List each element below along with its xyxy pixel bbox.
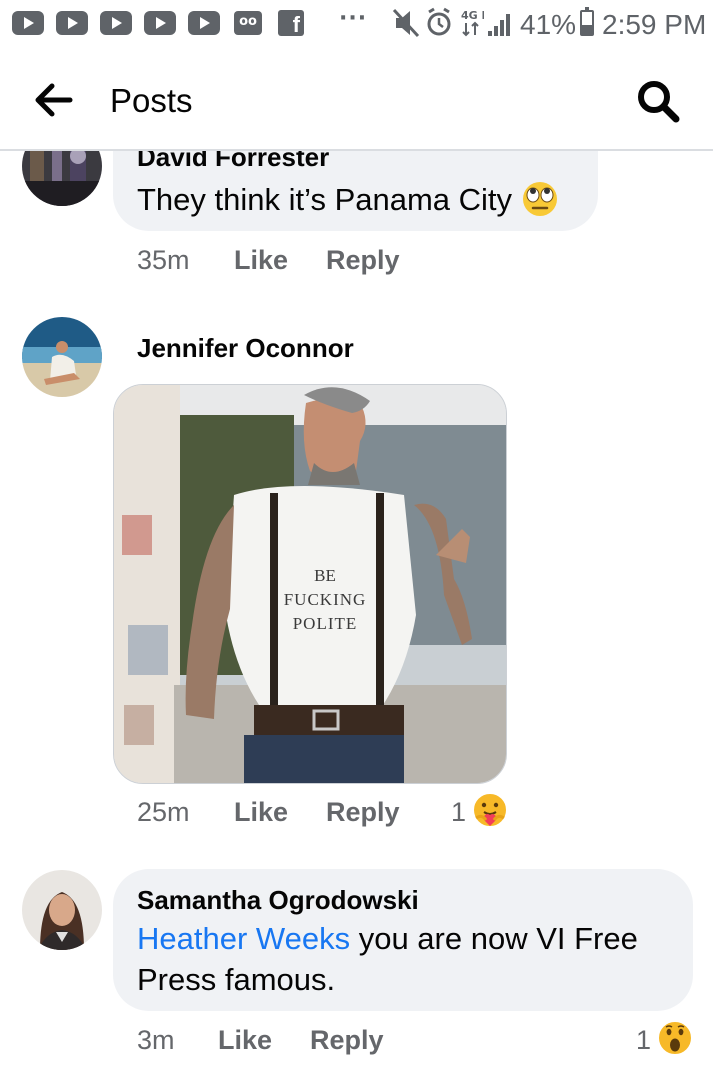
youtube-icon [144,11,176,35]
page-title: Posts [110,82,193,119]
comment-time: 25m [137,797,190,827]
svg-text:4G LTE: 4G LTE [461,9,484,22]
comment-time: 35m [137,245,190,275]
data-icon: 4G LTE [461,9,484,37]
comment-text: Heather Weeks you are now VI Free Press … [137,921,638,997]
comment-time: 3m [137,1025,175,1055]
battery-percentage: 41% [520,9,577,40]
care-reaction-icon[interactable] [472,792,508,828]
status-bar: oo f ··· 4G LTE 41% 2:59 PM [0,0,713,50]
header-backdrop: Posts [0,50,713,151]
reply-button[interactable]: Reply [326,245,400,276]
rolling-eyes-emoji-icon [522,182,557,216]
like-button[interactable]: Like [218,1025,272,1056]
comment-author[interactable]: Jennifer Oconnor [137,333,354,364]
facebook-icon: f [278,10,304,37]
comment-image[interactable]: BE FUCKING POLITE [113,384,507,784]
voicemail-icon: oo [234,11,262,35]
like-button[interactable]: Like [234,797,288,828]
svg-text:POLITE: POLITE [293,614,358,633]
more-icon: ··· [339,6,368,31]
wow-reaction-icon[interactable] [657,1020,693,1056]
arrow-left-icon[interactable] [30,80,76,120]
reaction-count[interactable]: 1 [636,1025,651,1056]
battery-icon [580,7,594,36]
comment-text: They think it’s Panama City [137,179,559,220]
reply-button[interactable]: Reply [326,797,400,828]
avatar[interactable] [22,317,102,397]
svg-text:BE: BE [314,566,336,585]
signal-icon [488,14,510,36]
reply-button[interactable]: Reply [310,1025,384,1056]
reaction-count[interactable]: 1 [451,797,466,828]
clock: 2:59 PM [602,9,707,40]
alarm-icon [427,7,451,36]
youtube-icon [12,11,44,35]
mute-icon [392,8,420,38]
like-button[interactable]: Like [234,245,288,276]
search-icon[interactable] [634,78,684,124]
avatar[interactable] [22,870,102,950]
comment-author[interactable]: Samantha Ogrodowski [137,885,419,916]
svg-text:FUCKING: FUCKING [284,590,367,609]
youtube-icon [188,11,220,35]
youtube-icon [100,11,132,35]
mention-link[interactable]: Heather Weeks [137,921,350,956]
youtube-icon [56,11,88,35]
